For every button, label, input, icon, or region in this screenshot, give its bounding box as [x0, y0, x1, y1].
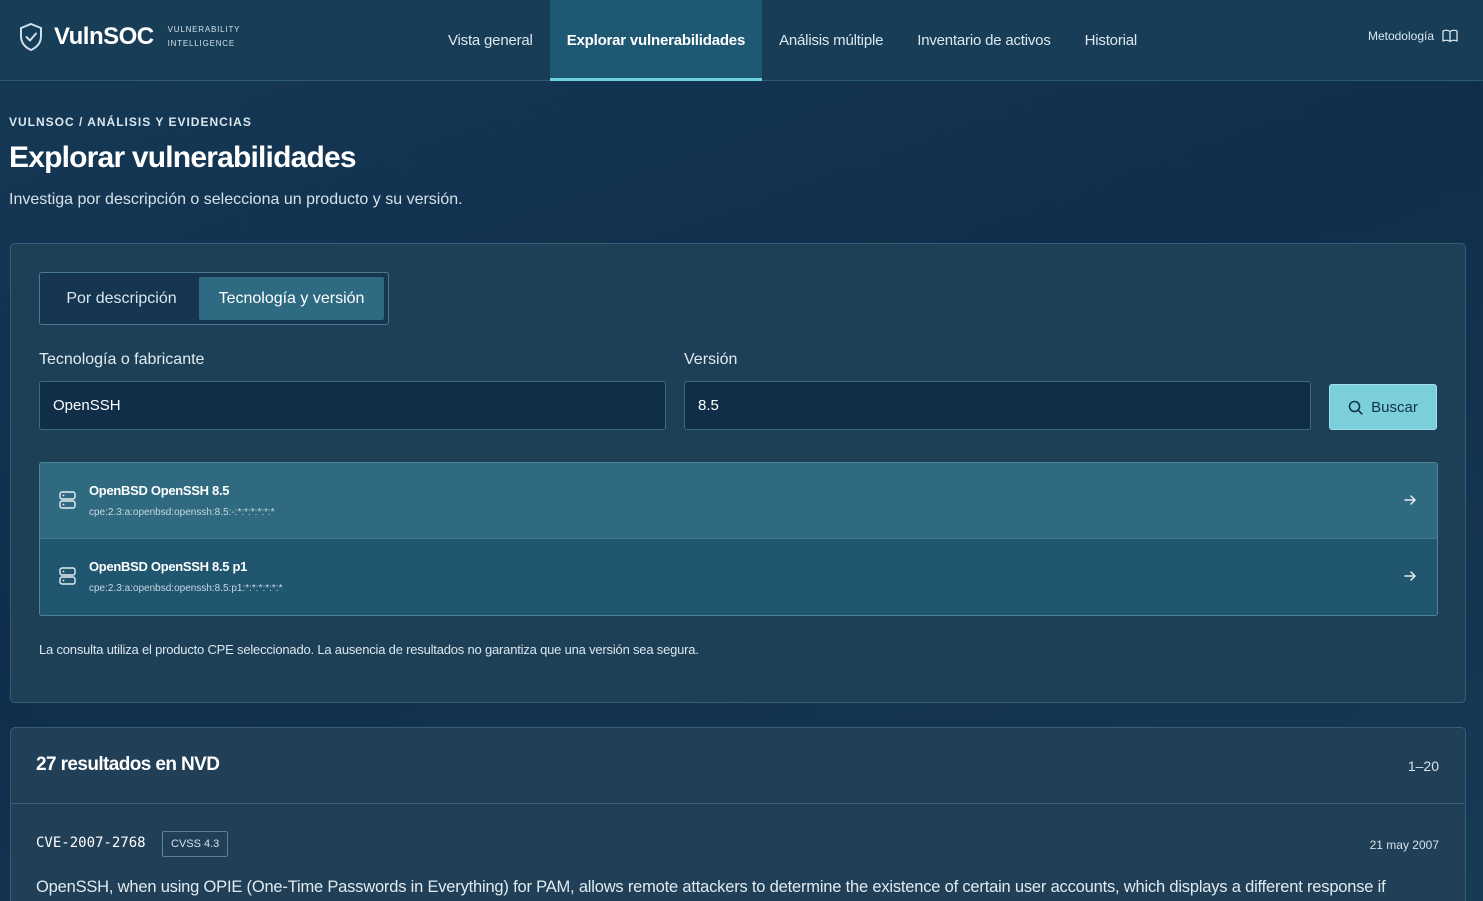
cpe-option-name: OpenBSD OpenSSH 8.5 p1	[89, 559, 248, 574]
cve-description: OpenSSH, when using OPIE (One-Time Passw…	[36, 878, 1386, 896]
cpe-option[interactable]: OpenBSD OpenSSH 8.5 p1 cpe:2.3:a:openbsd…	[40, 539, 1437, 615]
search-mode-toggle: Por descripción Tecnología y versión	[39, 272, 389, 325]
main-nav: Vista general Explorar vulnerabilidades …	[431, 0, 1154, 81]
version-input[interactable]: 8.5	[684, 381, 1311, 430]
cpe-option-code: cpe:2.3:a:openbsd:openssh:8.5:p1:*:*:*:*…	[89, 583, 283, 594]
page-subtitle: Investiga por descripción o selecciona u…	[9, 191, 463, 208]
tech-field-label: Tecnología o fabricante	[39, 351, 205, 368]
breadcrumb: VULNSOC / ANÁLISIS Y EVIDENCIAS	[9, 115, 252, 129]
cpe-option-code: cpe:2.3:a:openbsd:openssh:8.5:-:*:*:*:*:…	[89, 507, 275, 518]
brand-tagline-line-1: VULNERABILITY	[167, 25, 241, 34]
cpe-option-name: OpenBSD OpenSSH 8.5	[89, 483, 230, 498]
cve-id[interactable]: CVE-2007-2768	[36, 835, 146, 851]
brand-tagline: VULNERABILITY INTELLIGENCE	[168, 23, 241, 51]
book-open-icon	[1442, 29, 1458, 43]
methodology-link[interactable]: Metodología	[1368, 29, 1458, 43]
tab-por-descripcion[interactable]: Por descripción	[44, 277, 199, 320]
shield-icon	[20, 22, 42, 52]
nav-vista-general[interactable]: Vista general	[431, 0, 550, 81]
arrow-right-icon	[1404, 571, 1416, 581]
search-panel: Por descripción Tecnología y versión Tec…	[10, 243, 1466, 703]
methodology-label: Metodología	[1367, 29, 1434, 43]
top-navigation-bar: VulnSOC VULNERABILITY INTELLIGENCE Vista…	[0, 0, 1483, 81]
nav-historial[interactable]: Historial	[1068, 0, 1154, 81]
nav-explorar-vulnerabilidades[interactable]: Explorar vulnerabilidades	[549, 0, 763, 81]
arrow-right-icon	[1404, 495, 1416, 505]
tech-input[interactable]: OpenSSH	[39, 381, 666, 430]
nav-inventario-activos[interactable]: Inventario de activos	[900, 0, 1067, 81]
tab-tecnologia-version[interactable]: Tecnología y versión	[199, 277, 384, 320]
database-icon	[59, 567, 76, 585]
brand-tagline-line-2: INTELLIGENCE	[167, 39, 236, 48]
cpe-suggestion-list: OpenBSD OpenSSH 8.5 cpe:2.3:a:openbsd:op…	[39, 462, 1438, 616]
database-icon	[59, 491, 76, 509]
search-button-label: Buscar	[1371, 398, 1418, 416]
brand-logo[interactable]: VulnSOC VULNERABILITY INTELLIGENCE	[18, 22, 240, 52]
nav-analisis-multiple[interactable]: Análisis múltiple	[762, 0, 900, 81]
results-count-title: 27 resultados en NVD	[36, 754, 220, 775]
results-header: 27 resultados en NVD 1–20	[11, 728, 1465, 804]
search-icon	[1348, 400, 1363, 415]
brand-name: VulnSOC	[54, 23, 154, 50]
search-button[interactable]: Buscar	[1329, 384, 1437, 430]
cve-date: 21 may 2007	[1369, 838, 1439, 852]
version-field-label: Versión	[684, 351, 738, 368]
page-title: Explorar vulnerabilidades	[9, 141, 357, 174]
results-panel: 27 resultados en NVD 1–20 CVE-2007-2768 …	[10, 727, 1466, 901]
search-disclaimer: La consulta utiliza el producto CPE sele…	[39, 642, 699, 657]
cpe-option[interactable]: OpenBSD OpenSSH 8.5 cpe:2.3:a:openbsd:op…	[40, 463, 1437, 539]
results-range: 1–20	[1407, 758, 1439, 774]
cvss-badge: CVSS 4.3	[162, 831, 229, 857]
